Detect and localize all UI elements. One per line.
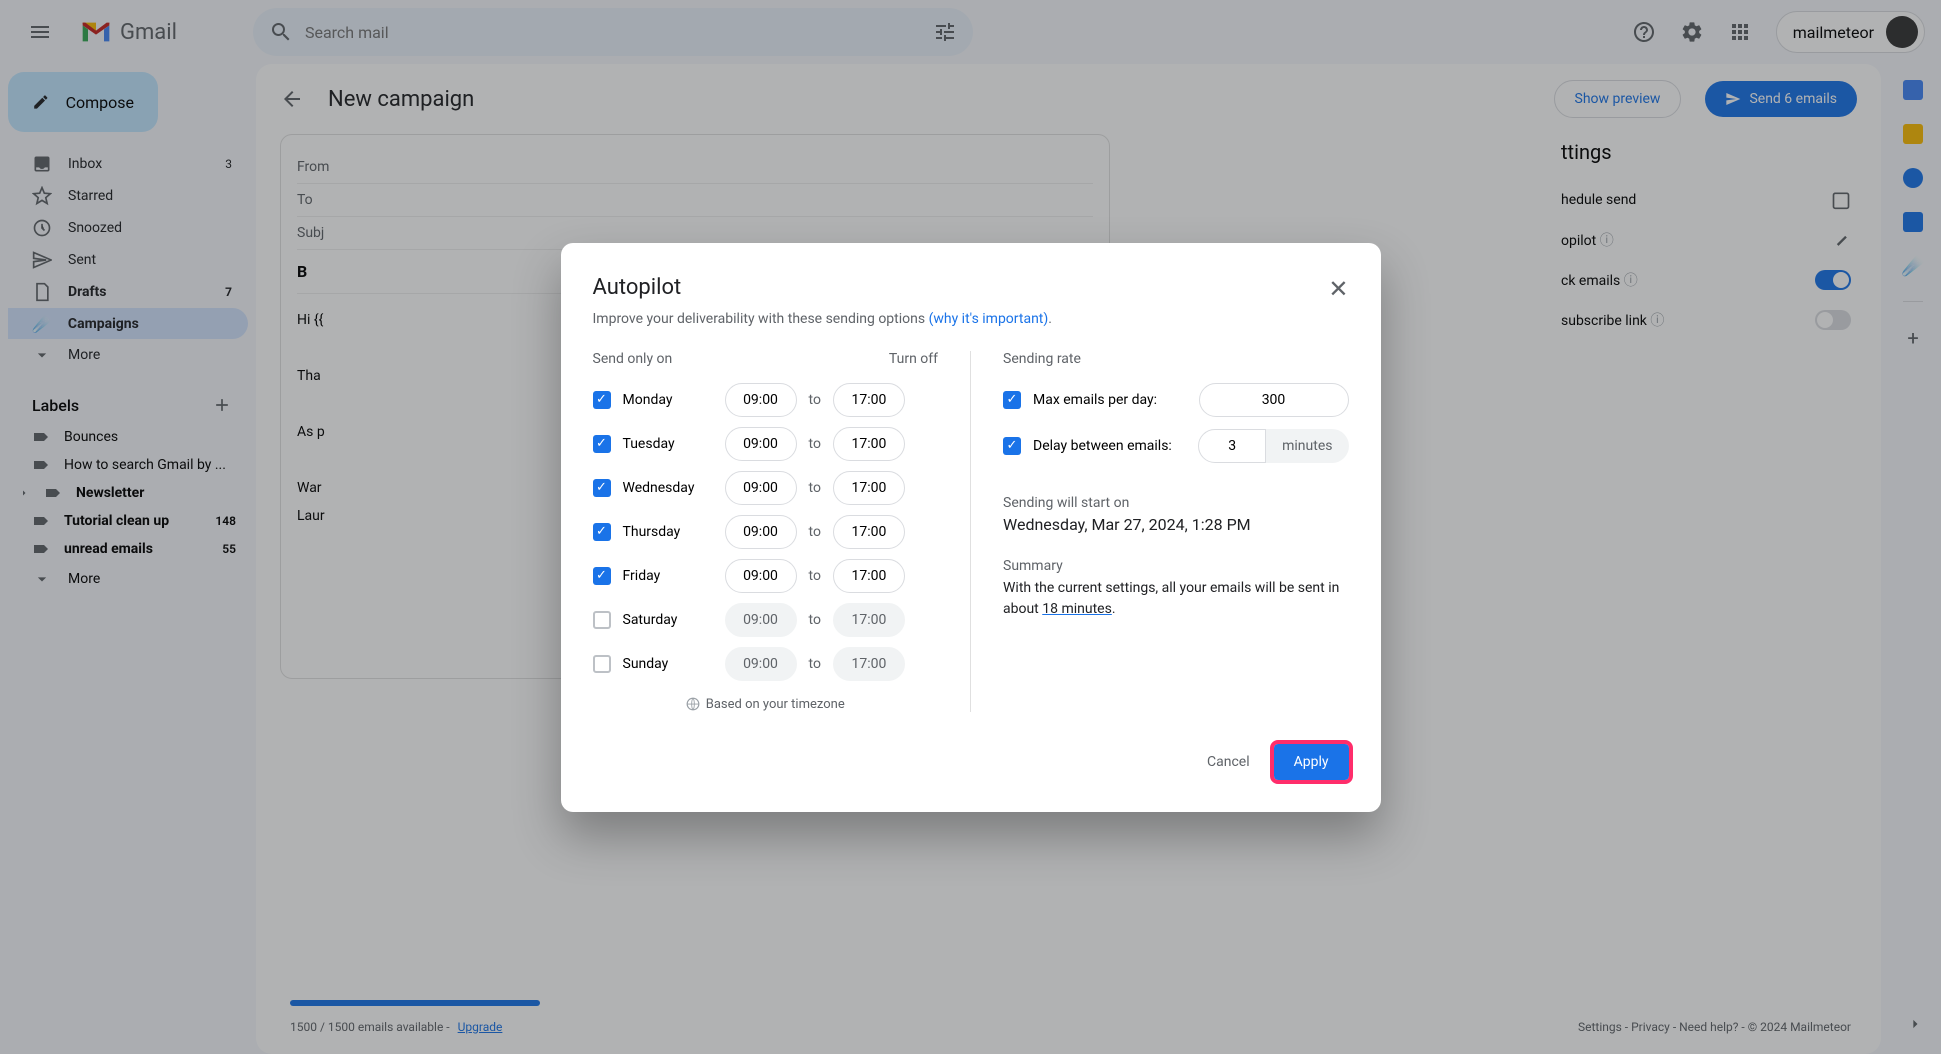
time-from-input[interactable]	[725, 559, 797, 593]
schedule-section: Send only on Turn off ✓ Monday to ✓ Tues…	[593, 351, 972, 712]
sending-rate-label: Sending rate	[1003, 351, 1081, 367]
time-from-input[interactable]	[725, 647, 797, 681]
start-date: Wednesday, Mar 27, 2024, 1:28 PM	[1003, 515, 1349, 534]
autopilot-modal: Autopilot ✕ Improve your deliverability …	[561, 243, 1381, 812]
start-label: Sending will start on	[1003, 495, 1349, 511]
time-from-input[interactable]	[725, 515, 797, 549]
day-checkbox[interactable]	[593, 611, 611, 629]
apply-button[interactable]: Apply	[1274, 744, 1349, 780]
modal-overlay: Autopilot ✕ Improve your deliverability …	[0, 0, 1941, 1054]
to-word: to	[809, 612, 821, 628]
day-checkbox[interactable]: ✓	[593, 479, 611, 497]
day-label: Thursday	[623, 524, 713, 540]
timezone-info: Based on your timezone	[593, 697, 939, 712]
cancel-button[interactable]: Cancel	[1191, 744, 1266, 780]
day-checkbox[interactable]: ✓	[593, 391, 611, 409]
day-label: Wednesday	[623, 480, 713, 496]
day-label: Saturday	[623, 612, 713, 628]
max-emails-checkbox[interactable]: ✓	[1003, 391, 1021, 409]
summary-duration: 18 minutes	[1042, 601, 1112, 617]
modal-subtitle: Improve your deliverability with these s…	[593, 311, 1349, 327]
day-row-wednesday: ✓ Wednesday to	[593, 471, 939, 505]
summary-label: Summary	[1003, 558, 1349, 574]
close-button[interactable]: ✕	[1328, 275, 1348, 303]
time-to-input[interactable]	[833, 515, 905, 549]
time-to-input[interactable]	[833, 471, 905, 505]
globe-icon	[686, 697, 700, 711]
to-word: to	[809, 392, 821, 408]
to-word: to	[809, 524, 821, 540]
day-row-tuesday: ✓ Tuesday to	[593, 427, 939, 461]
turn-off-link[interactable]: Turn off	[889, 351, 938, 367]
day-row-thursday: ✓ Thursday to	[593, 515, 939, 549]
delay-checkbox[interactable]: ✓	[1003, 437, 1021, 455]
time-to-input[interactable]	[833, 647, 905, 681]
modal-title: Autopilot	[593, 275, 682, 300]
to-word: to	[809, 568, 821, 584]
to-word: to	[809, 656, 821, 672]
time-to-input[interactable]	[833, 427, 905, 461]
why-important-link[interactable]: (why it's important)	[929, 311, 1049, 327]
day-checkbox[interactable]: ✓	[593, 435, 611, 453]
day-row-friday: ✓ Friday to	[593, 559, 939, 593]
delay-input[interactable]	[1198, 429, 1266, 463]
day-row-monday: ✓ Monday to	[593, 383, 939, 417]
time-from-input[interactable]	[725, 427, 797, 461]
day-checkbox[interactable]: ✓	[593, 523, 611, 541]
time-to-input[interactable]	[833, 559, 905, 593]
time-from-input[interactable]	[725, 383, 797, 417]
max-emails-input[interactable]	[1199, 383, 1349, 417]
max-emails-label: Max emails per day:	[1033, 392, 1187, 408]
day-label: Friday	[623, 568, 713, 584]
delay-unit[interactable]: minutes	[1266, 429, 1348, 463]
time-from-input[interactable]	[725, 603, 797, 637]
rate-section: Sending rate ✓ Max emails per day: ✓ Del…	[1003, 351, 1349, 712]
day-checkbox[interactable]: ✓	[593, 567, 611, 585]
time-to-input[interactable]	[833, 603, 905, 637]
to-word: to	[809, 436, 821, 452]
time-to-input[interactable]	[833, 383, 905, 417]
day-row-sunday: Sunday to	[593, 647, 939, 681]
delay-label: Delay between emails:	[1033, 438, 1186, 454]
day-checkbox[interactable]	[593, 655, 611, 673]
send-only-on-label: Send only on	[593, 351, 673, 367]
day-label: Tuesday	[623, 436, 713, 452]
day-label: Sunday	[623, 656, 713, 672]
to-word: to	[809, 480, 821, 496]
day-row-saturday: Saturday to	[593, 603, 939, 637]
summary-text: With the current settings, all your emai…	[1003, 578, 1349, 620]
day-label: Monday	[623, 392, 713, 408]
time-from-input[interactable]	[725, 471, 797, 505]
